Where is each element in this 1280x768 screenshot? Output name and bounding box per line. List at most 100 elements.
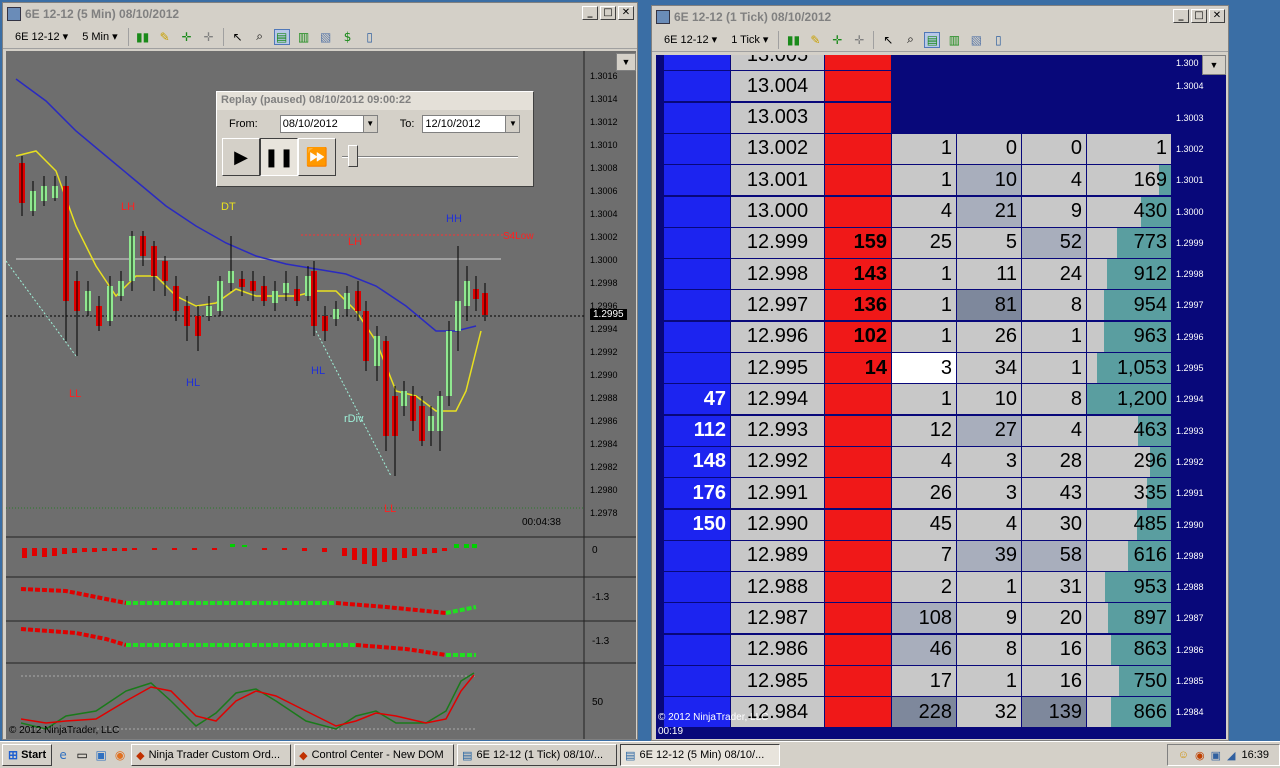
ask-cell[interactable] [825,478,891,509]
volume-cell-1[interactable]: 7 [892,540,956,571]
bid-cell[interactable] [664,634,730,665]
ladder-row[interactable]: 13.003 [656,102,1171,134]
ladder-row[interactable]: 13.000 4 21 9 430 [656,196,1171,228]
ask-cell[interactable] [825,196,891,227]
ask-cell[interactable] [825,71,891,102]
chart-window[interactable]: 6E 12-12 (5 Min) 08/10/2012 _ □ ✕ 6E 12-… [2,2,638,740]
volume-cell-3[interactable]: 52 [1022,227,1086,258]
ask-cell[interactable] [825,509,891,540]
bid-cell[interactable]: 47 [664,384,730,415]
bid-cell[interactable] [664,666,730,696]
volume-cell-2[interactable]: 39 [957,540,1021,571]
interval-select[interactable]: 1 Tick ▾ [727,33,772,47]
fast-forward-button[interactable]: ⏩ [298,138,336,176]
price-cell[interactable]: 12.986 [731,634,824,665]
volume-total-cell[interactable]: 430 [1087,196,1171,227]
play-button[interactable]: ▶ [222,138,260,176]
start-button[interactable]: ⊞ Start [2,744,53,766]
volume-cell-1[interactable]: 1 [892,133,956,164]
ladder-row[interactable]: 12.997 136 1 81 8 954 [656,290,1171,321]
bid-cell[interactable] [664,572,730,603]
price-cell[interactable]: 12.995 [731,353,824,383]
volume-cell-1[interactable]: 17 [892,666,956,696]
minimize-button[interactable]: _ [582,6,598,20]
volume-cell-1[interactable]: 2 [892,572,956,603]
ask-cell[interactable]: 102 [825,321,891,352]
ask-cell[interactable] [825,55,891,70]
ladder-row[interactable]: 12.986 46 8 16 863 [656,634,1171,666]
price-cell[interactable]: 12.988 [731,572,824,603]
ask-cell[interactable]: 136 [825,290,891,321]
volume-total-cell[interactable]: 169 [1087,165,1171,196]
pointer-icon[interactable]: ↖ [880,32,896,48]
volume-cell-1[interactable]: 228 [892,697,956,728]
volume-total-cell[interactable]: 954 [1087,290,1171,321]
price-cell[interactable]: 12.991 [731,478,824,509]
volume-total-cell[interactable]: 897 [1087,603,1171,634]
zoom-icon[interactable]: ⌕ [252,29,268,45]
volume-total-cell[interactable]: 866 [1087,697,1171,728]
indicators-icon[interactable]: ▥ [296,29,312,45]
ladder-row[interactable]: 12.998 143 1 11 24 912 [656,259,1171,290]
dom-titlebar[interactable]: 6E 12-12 (1 Tick) 08/10/2012 _ □ ✕ [652,6,1228,28]
minimize-button[interactable]: _ [1173,9,1189,23]
ladder-row[interactable]: 12.988 2 1 31 953 [656,572,1171,603]
volume-total-cell[interactable]: 750 [1087,666,1171,696]
network-icon[interactable]: ▣ [1211,749,1221,762]
bid-cell[interactable] [664,133,730,164]
ladder-row[interactable]: 150 12.990 45 4 30 485 [656,509,1171,541]
close-button[interactable]: ✕ [618,6,634,20]
pencil-icon[interactable]: ✎ [807,32,823,48]
bid-cell[interactable] [664,71,730,102]
volume-cell-3[interactable]: 1 [1022,353,1086,383]
price-cell[interactable]: 13.004 [731,71,824,102]
volume-total-cell[interactable]: 463 [1087,415,1171,446]
volume-cell-1[interactable]: 4 [892,196,956,227]
ask-cell[interactable] [825,384,891,415]
volume-cell-1[interactable]: 25 [892,227,956,258]
ask-cell[interactable] [825,666,891,696]
volume-cell-3[interactable]: 1 [1022,321,1086,352]
dom-menu-dropdown[interactable]: ▼ [1202,55,1226,75]
crosshair-plus-icon[interactable]: ✛ [179,29,195,45]
chart-menu-dropdown[interactable]: ▼ [616,53,636,71]
volume-cell-1[interactable]: 1 [892,384,956,415]
chart-trader-icon[interactable]: ▤ [273,28,290,45]
volume-cell-3[interactable]: 58 [1022,540,1086,571]
bid-cell[interactable] [664,603,730,634]
volume-cell-1[interactable]: 1 [892,290,956,321]
to-date-picker[interactable]: 12/10/2012 ▼ [422,115,521,133]
volume-cell-1[interactable]: 1 [892,165,956,196]
taskbar-item-chart[interactable]: ▤ 6E 12-12 (5 Min) 08/10/... [620,744,781,766]
ladder-row[interactable]: 148 12.992 4 3 28 296 [656,446,1171,478]
volume-total-cell[interactable]: 963 [1087,321,1171,352]
price-cell[interactable]: 13.005 [731,55,824,70]
volume-cell-3[interactable]: 30 [1022,509,1086,540]
volume-total-cell[interactable]: 1,200 [1087,384,1171,415]
price-cell[interactable]: 12.993 [731,415,824,446]
price-cell[interactable]: 13.000 [731,196,824,227]
maximize-button[interactable]: □ [1191,9,1207,23]
volume-cell-3[interactable]: 9 [1022,196,1086,227]
price-cell[interactable]: 12.992 [731,446,824,477]
ask-cell[interactable] [825,697,891,728]
bid-cell[interactable] [664,196,730,227]
hide-icon[interactable]: ✛ [851,32,867,48]
volume-cell-2[interactable]: 32 [957,697,1021,728]
ask-cell[interactable] [825,165,891,196]
bid-cell[interactable] [664,540,730,571]
volume-cell-2[interactable]: 1 [957,572,1021,603]
ladder-row[interactable]: 12.996 102 1 26 1 963 [656,321,1171,353]
ask-cell[interactable] [825,102,891,133]
bid-cell[interactable]: 148 [664,446,730,477]
dom-window[interactable]: 6E 12-12 (1 Tick) 08/10/2012 _ □ ✕ 6E 12… [651,5,1229,741]
ladder-row[interactable]: 13.002 1 0 0 1 [656,133,1171,165]
volume-cell-1[interactable]: 3 [892,353,956,383]
volume-cell-2[interactable]: 81 [957,290,1021,321]
volume-cell-2[interactable]: 4 [957,509,1021,540]
volume-cell-2[interactable]: 1 [957,666,1021,696]
pencil-icon[interactable]: ✎ [157,29,173,45]
ask-cell[interactable] [825,572,891,603]
hide-icon[interactable]: ✛ [201,29,217,45]
price-cell[interactable]: 12.994 [731,384,824,415]
